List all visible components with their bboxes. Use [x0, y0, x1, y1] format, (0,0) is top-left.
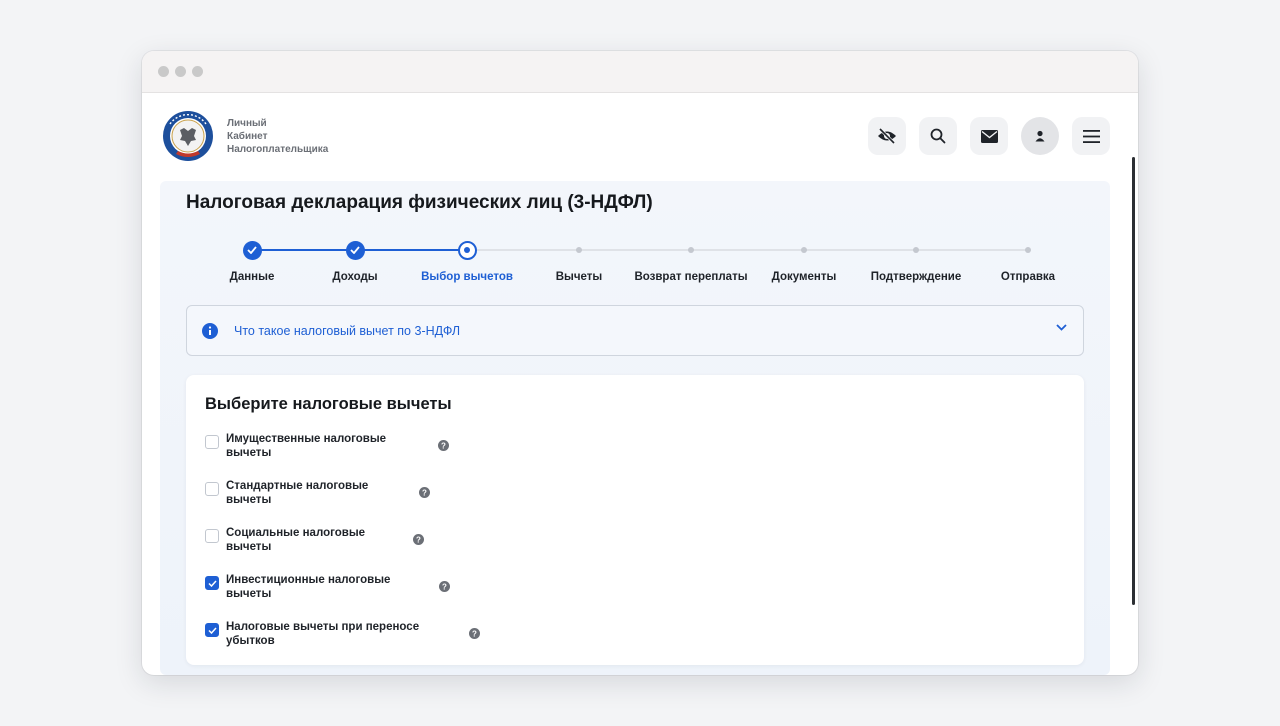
- window-titlebar: [142, 51, 1138, 93]
- help-icon[interactable]: ?: [469, 628, 480, 639]
- window-dot-close[interactable]: [158, 66, 169, 77]
- step-dot-icon: [1025, 247, 1031, 253]
- deductions-card: Выберите налоговые вычеты Имущественные …: [186, 375, 1084, 665]
- check-icon: [345, 240, 365, 260]
- window-dot-minimize[interactable]: [175, 66, 186, 77]
- mail-icon: [980, 129, 998, 143]
- svg-text:?: ?: [442, 582, 447, 591]
- progress-stepper: Данные Доходы Выбор вычетов Вычеты Возвр…: [142, 239, 1138, 289]
- step-dot-icon: [801, 247, 807, 253]
- svg-text:?: ?: [441, 441, 446, 450]
- site-header: Личный Кабинет Налогоплательщика: [142, 93, 1138, 181]
- social-deductions-checkbox[interactable]: [205, 529, 219, 543]
- browser-window: Личный Кабинет Налогоплательщика Налогов…: [142, 51, 1138, 675]
- option-label: Инвестиционные налоговые вычеты: [226, 574, 391, 600]
- brand-line-2: Кабинет: [227, 131, 268, 142]
- menu-button[interactable]: [1072, 117, 1110, 155]
- check-icon: [207, 626, 217, 634]
- brand-line-1: Личный: [227, 118, 267, 129]
- option-label: Стандартные налоговые вычеты: [226, 480, 369, 506]
- investment-deductions-checkbox[interactable]: [205, 576, 219, 590]
- search-button[interactable]: [919, 117, 957, 155]
- brand-title[interactable]: Личный Кабинет Налогоплательщика: [227, 117, 328, 156]
- property-deductions-checkbox[interactable]: [205, 435, 219, 449]
- check-icon: [207, 579, 217, 587]
- info-accordion[interactable]: Что такое налоговый вычет по 3-НДФЛ: [186, 305, 1084, 356]
- profile-button[interactable]: [1021, 117, 1059, 155]
- help-icon[interactable]: ?: [439, 581, 450, 592]
- info-accordion-label: Что такое налоговый вычет по 3-НДФЛ: [234, 323, 461, 338]
- deductions-title: Выберите налоговые вычеты: [205, 395, 452, 413]
- messages-button[interactable]: [970, 117, 1008, 155]
- window-dot-maximize[interactable]: [192, 66, 203, 77]
- step-submission[interactable]: Отправка: [958, 239, 1098, 283]
- step-dot-icon: [913, 247, 919, 253]
- fns-logo-icon[interactable]: [162, 110, 214, 162]
- loss-carryforward-checkbox[interactable]: [205, 623, 219, 637]
- help-icon[interactable]: ?: [413, 534, 424, 545]
- svg-text:?: ?: [416, 535, 421, 544]
- standard-deductions-checkbox[interactable]: [205, 482, 219, 496]
- info-icon: [202, 322, 218, 339]
- brand-line-3: Налогоплательщика: [227, 144, 329, 155]
- scrollbar[interactable]: [1132, 157, 1135, 605]
- svg-text:?: ?: [472, 629, 477, 638]
- option-label: Социальные налоговые вычеты: [226, 527, 366, 553]
- option-label: Налоговые вычеты при переносе убытков: [226, 621, 420, 647]
- search-icon: [930, 128, 946, 144]
- step-dot-icon: [576, 247, 582, 253]
- chevron-down-icon[interactable]: [1056, 324, 1067, 331]
- page-title: Налоговая декларация физических лиц (3-Н…: [186, 192, 653, 213]
- step-label: Отправка: [1000, 271, 1056, 283]
- option-label: Имущественные налоговые вычеты: [226, 433, 387, 459]
- eye-off-icon: [878, 128, 896, 144]
- current-step-icon: [457, 240, 477, 260]
- step-dot-icon: [688, 247, 694, 253]
- user-icon: [1035, 130, 1045, 142]
- menu-icon: [1082, 129, 1100, 143]
- accessibility-button[interactable]: [868, 117, 906, 155]
- check-icon: [242, 240, 262, 260]
- help-icon[interactable]: ?: [419, 487, 430, 498]
- svg-text:?: ?: [422, 488, 427, 497]
- help-icon[interactable]: ?: [438, 440, 449, 451]
